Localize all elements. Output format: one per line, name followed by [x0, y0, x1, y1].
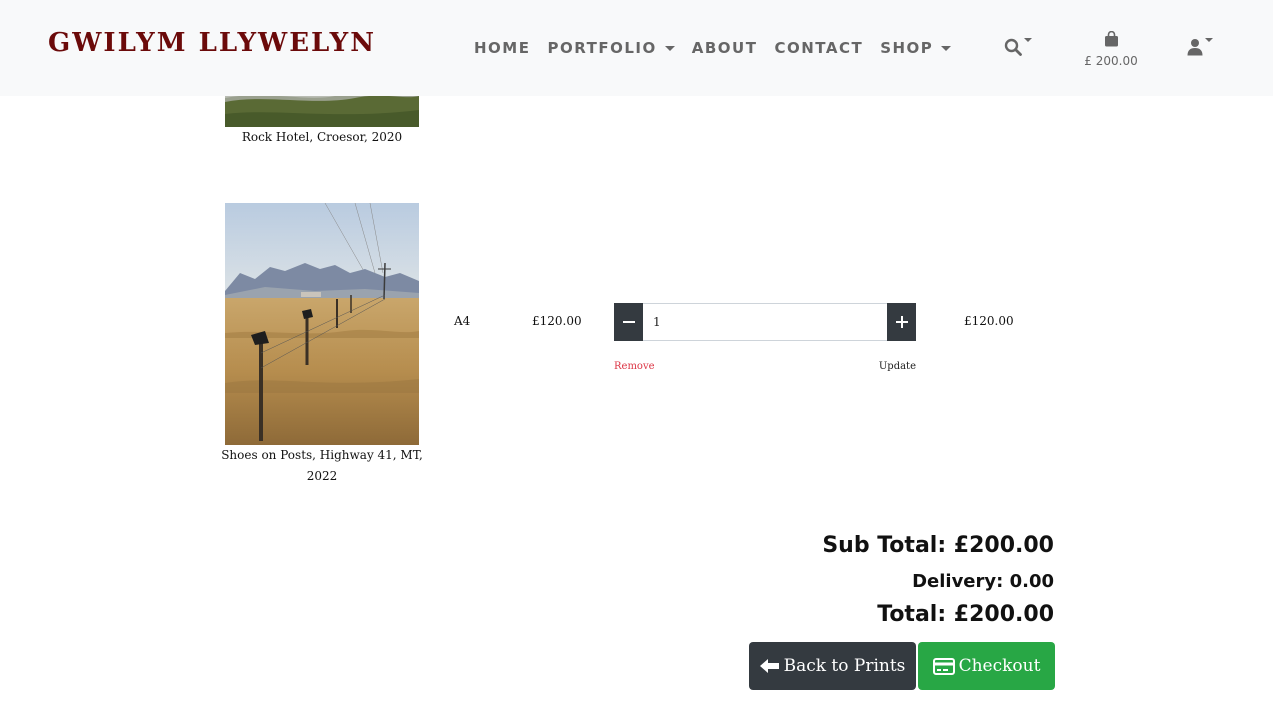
item-subtotal: £120.00 [964, 314, 1014, 328]
nav-portfolio-dropdown[interactable]: PORTFOLIO [547, 38, 675, 58]
credit-card-icon [932, 657, 955, 675]
product-title: Rock Hotel, Croesor, 2020 [241, 130, 403, 144]
nav-portfolio-label: PORTFOLIO [547, 39, 657, 57]
nav-shop-dropdown[interactable]: SHOP [880, 38, 952, 58]
cart-total: £ 200.00 [1084, 54, 1138, 68]
account-dropdown-button[interactable] [1187, 38, 1213, 56]
nav-shop-label: SHOP [880, 39, 934, 57]
brand-logo[interactable]: GWILYM LLYWELYN [48, 28, 376, 58]
nav-contact-label: CONTACT [774, 39, 864, 57]
product-title: Shoes on Posts, Highway 41, MT, 2022 [221, 448, 423, 483]
sub-total: Sub Total: £200.00 [822, 533, 1054, 558]
nav-home-label: HOME [474, 39, 531, 57]
shopping-bag-icon [1104, 30, 1118, 47]
product-size: A4 [454, 314, 471, 328]
update-item-link[interactable]: Update [860, 361, 916, 372]
caret-down-icon [664, 45, 675, 51]
shoes-on-posts-photo [225, 203, 419, 445]
cart-button[interactable]: £ 200.00 [1080, 30, 1142, 68]
arrow-left-icon [759, 659, 779, 673]
remove-item-link[interactable]: Remove [614, 361, 655, 372]
back-to-prints-button[interactable]: Back to Prints [749, 642, 916, 690]
product-price: £120.00 [532, 314, 582, 328]
back-to-prints-label: Back to Prints [783, 656, 906, 676]
caret-down-icon [941, 45, 952, 51]
main-nav: HOME PORTFOLIO ABOUT CONTACT SHOP [474, 38, 968, 58]
nav-about-label: ABOUT [691, 39, 758, 57]
quantity-input[interactable] [643, 303, 887, 341]
search-icon [1004, 38, 1022, 56]
checkout-button[interactable]: Checkout [918, 642, 1055, 690]
grand-total: Total: £200.00 [877, 602, 1054, 627]
caret-down-icon [1024, 38, 1032, 42]
increment-button[interactable] [887, 303, 916, 341]
plus-icon [895, 316, 908, 328]
navbar: GWILYM LLYWELYN HOME PORTFOLIO ABOUT CON… [0, 0, 1273, 96]
product-image[interactable] [225, 203, 419, 445]
checkout-label: Checkout [958, 656, 1041, 676]
nav-home[interactable]: HOME [474, 38, 530, 58]
nav-about[interactable]: ABOUT [692, 38, 758, 58]
decrement-button[interactable] [614, 303, 643, 341]
minus-icon [622, 321, 635, 323]
user-icon [1187, 39, 1203, 56]
quantity-stepper [614, 303, 916, 341]
delivery-cost: Delivery: 0.00 [912, 571, 1054, 592]
nav-contact[interactable]: CONTACT [774, 38, 863, 58]
caret-down-icon [1205, 38, 1213, 42]
search-dropdown-button[interactable] [1004, 38, 1032, 56]
